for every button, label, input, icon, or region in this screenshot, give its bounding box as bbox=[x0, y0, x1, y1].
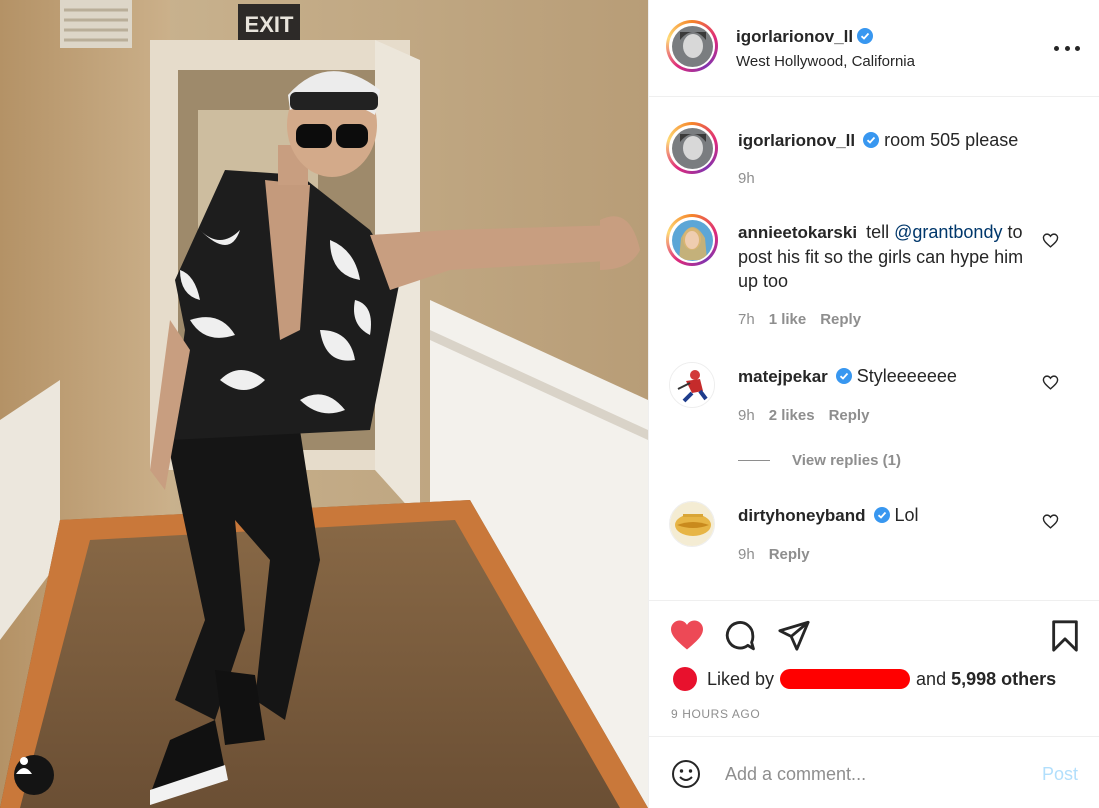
liked-heart-icon[interactable] bbox=[669, 619, 705, 651]
comment-mention-link[interactable]: @grantbondy bbox=[894, 222, 1002, 242]
comments-list[interactable]: igorlarionov_ll room 505 please 9h annie… bbox=[649, 98, 1099, 600]
comment-username[interactable]: dirtyhoneyband bbox=[738, 506, 866, 525]
more-options-button[interactable] bbox=[1054, 36, 1080, 60]
post-header: igorlarionov_ll West Hollywood, Californ… bbox=[649, 0, 1099, 97]
comment-reply-button[interactable]: Reply bbox=[769, 546, 810, 563]
caption-author-avatar[interactable] bbox=[666, 122, 718, 174]
comment-time[interactable]: 9h bbox=[738, 407, 755, 424]
share-icon[interactable] bbox=[777, 619, 811, 651]
likes-others-link[interactable]: 5,998 others bbox=[951, 669, 1056, 690]
comment-likes-count[interactable]: 2 likes bbox=[769, 407, 815, 424]
more-dot-icon bbox=[1075, 45, 1080, 51]
more-dot-icon bbox=[1054, 45, 1059, 51]
caption-username[interactable]: igorlarionov_ll bbox=[738, 131, 855, 150]
comment-likes-count[interactable]: 1 like bbox=[769, 311, 807, 328]
caption-text: room 505 please bbox=[884, 130, 1019, 150]
comment-avatar[interactable] bbox=[669, 362, 715, 408]
comment-username[interactable]: annieetokarski bbox=[738, 223, 857, 242]
comment-avatar-image bbox=[670, 502, 714, 546]
caption-time[interactable]: 9h bbox=[738, 170, 755, 187]
verified-icon bbox=[873, 507, 890, 523]
verified-icon bbox=[863, 132, 880, 148]
comment-time[interactable]: 7h bbox=[738, 311, 755, 328]
post-comment-button[interactable]: Post bbox=[1042, 764, 1078, 785]
post-actions: Liked by and 5,998 others 9 HOURS AGO bbox=[649, 600, 1099, 736]
post-photo[interactable]: EXIT bbox=[0, 0, 648, 808]
liker-avatar[interactable] bbox=[673, 667, 697, 691]
view-replies-button[interactable]: View replies (1) bbox=[738, 452, 901, 469]
view-replies-label: View replies (1) bbox=[792, 452, 901, 469]
photo-illustration: EXIT bbox=[0, 0, 648, 808]
instagram-post-view: EXIT igorlarionov_ll West Hollywood, Cal… bbox=[0, 0, 1099, 808]
comment-username[interactable]: matejpekar bbox=[738, 367, 828, 386]
emoji-icon[interactable] bbox=[671, 759, 701, 789]
exit-sign-text: EXIT bbox=[245, 12, 294, 37]
more-dot-icon bbox=[1064, 45, 1070, 51]
comment-text: Styleeeeeee bbox=[856, 366, 957, 386]
caption-avatar-image bbox=[671, 127, 713, 169]
view-replies-line bbox=[738, 460, 770, 461]
comment-like-heart-icon[interactable] bbox=[1042, 513, 1059, 530]
likes-conjunction: and bbox=[916, 668, 947, 689]
author-username[interactable]: igorlarionov_ll bbox=[736, 27, 853, 46]
comment-avatar-image bbox=[670, 363, 714, 407]
comment-avatar[interactable] bbox=[666, 214, 718, 266]
comment-like-heart-icon[interactable] bbox=[1042, 232, 1059, 249]
bookmark-icon[interactable] bbox=[1050, 619, 1080, 653]
comment-composer: Post bbox=[649, 736, 1099, 808]
post-side-panel: igorlarionov_ll West Hollywood, Californ… bbox=[648, 0, 1099, 808]
comment-like-heart-icon[interactable] bbox=[1042, 374, 1059, 391]
author-avatar-image bbox=[671, 25, 713, 67]
user-icon bbox=[16, 757, 32, 774]
comment-avatar[interactable] bbox=[669, 501, 715, 547]
post-timestamp[interactable]: 9 HOURS AGO bbox=[671, 707, 760, 721]
comment-avatar-image bbox=[671, 219, 713, 261]
verified-icon bbox=[857, 28, 874, 44]
comment-icon[interactable] bbox=[723, 619, 757, 653]
comment-text: Lol bbox=[894, 505, 919, 525]
comment-reply-button[interactable]: Reply bbox=[829, 407, 870, 424]
comment-text-before: tell bbox=[866, 222, 890, 242]
post-location[interactable]: West Hollywood, California bbox=[736, 53, 915, 70]
likes-summary: Liked by and 5,998 others bbox=[673, 667, 1056, 691]
likes-prefix: Liked by bbox=[707, 668, 775, 689]
verified-icon bbox=[835, 368, 852, 384]
comment-input[interactable] bbox=[725, 759, 1025, 789]
comment-reply-button[interactable]: Reply bbox=[820, 311, 861, 328]
redacted-username bbox=[780, 669, 911, 689]
comment-time[interactable]: 9h bbox=[738, 546, 755, 563]
user-tags-button[interactable] bbox=[14, 755, 54, 795]
author-avatar[interactable] bbox=[666, 20, 718, 72]
